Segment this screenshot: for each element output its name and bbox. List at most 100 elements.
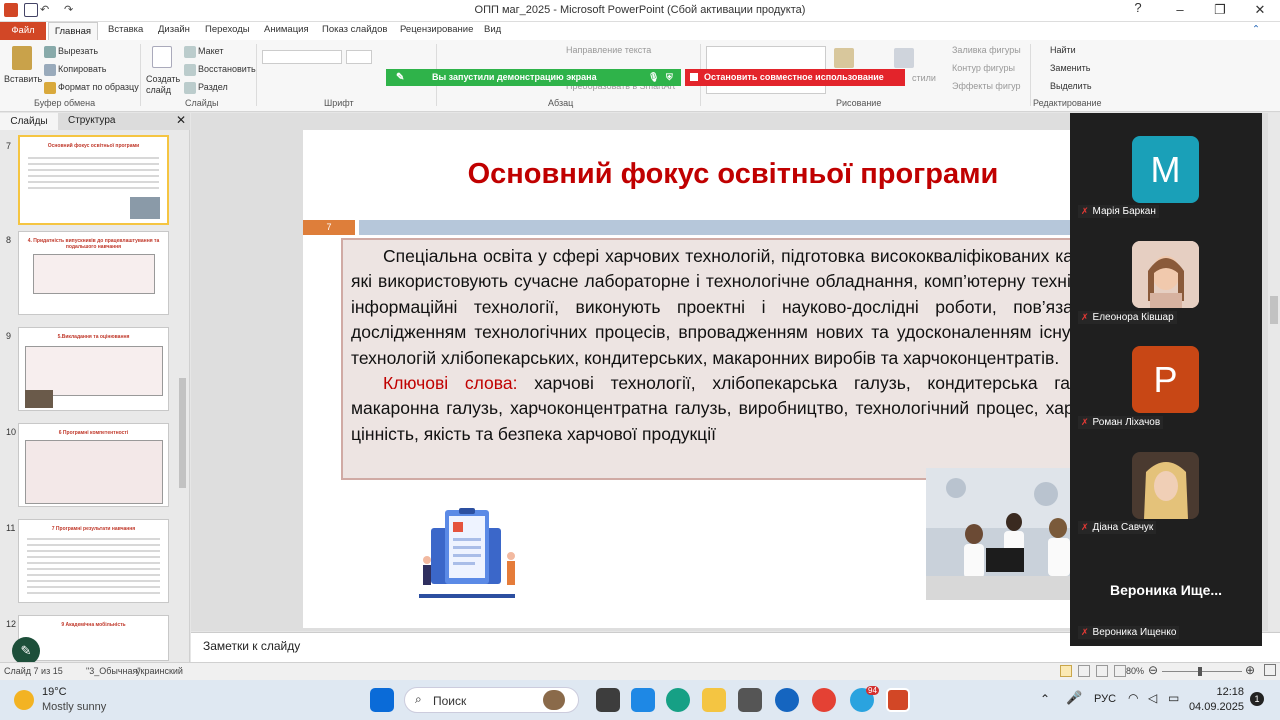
zoom-slider[interactable] [1162,671,1242,672]
tab-slideshow[interactable]: Показ слайдов [322,24,387,35]
thumbnail-photo [130,197,160,219]
participant-name-tag: ✗ Марія Баркан [1078,205,1159,218]
wifi-icon[interactable]: ◠ [1128,691,1138,705]
keyboard-language[interactable]: РУС [1094,693,1116,705]
participant-name-tag: ✗ Роман Ліхачов [1078,416,1164,429]
zoom-app-icon[interactable] [775,688,799,712]
copy-button[interactable]: Копировать [58,64,106,74]
zoom-slider-thumb[interactable] [1198,667,1202,676]
ribbon-collapse-icon[interactable]: ⌃ [1252,24,1260,35]
normal-view-icon[interactable] [1060,665,1072,677]
find-button[interactable]: Найти [1050,45,1076,55]
reset-icon [184,64,196,76]
replace-button[interactable]: Заменить [1050,63,1090,73]
reset-button[interactable]: Восстановить [198,64,256,74]
select-button[interactable]: Выделить [1050,81,1092,91]
slide-thumbnail-8[interactable]: 4. Придатність випускників до працевлашт… [18,231,169,315]
font-size-select[interactable] [346,50,372,64]
tab-review[interactable]: Рецензирование [400,24,473,35]
paste-icon[interactable] [12,46,32,70]
volume-icon[interactable]: ◁ [1148,691,1157,705]
chevron-up-icon[interactable]: ⌃ [1040,692,1050,706]
shape-fill-button[interactable]: Заливка фигуры [952,45,1021,55]
close-button[interactable]: ✕ [1250,2,1270,18]
slide-canvas[interactable]: Основний фокус освітньої програми 7 Спец… [303,130,1141,628]
shape-effects-button[interactable]: Эффекты фигур [952,81,1021,91]
title-bar: ↶ ↷ ОПП маг_2025 - Microsoft PowerPoint … [0,0,1280,22]
chrome-icon[interactable] [812,688,836,712]
slide-thumbnail-9[interactable]: 5.Викладання та оцінювання [18,327,169,411]
minimize-button[interactable]: – [1170,2,1190,17]
slide-title[interactable]: Основний фокус освітньої програми [303,158,1163,191]
slide-thumbnail-10[interactable]: 6 Програмні компетентності [18,423,169,507]
notification-badge[interactable]: 1 [1250,692,1264,706]
language-indicator[interactable]: украинский [136,666,183,676]
thumbnail-number: 10 [6,427,17,437]
ribbon-tabs: Файл Главная Вставка Дизайн Переходы Ани… [0,22,1280,40]
clock-date[interactable]: 04.09.2025 [1184,701,1244,713]
powerpoint-taskbar-icon[interactable] [886,688,910,712]
slide-thumbnail-11[interactable]: 7 Програмні результати навчання [18,519,169,603]
widgets-icon[interactable] [631,688,655,712]
stop-sharing-button[interactable]: Остановить совместное использование [685,69,905,86]
reading-view-icon[interactable] [1096,665,1108,677]
quick-styles-button[interactable]: стили [912,73,936,83]
font-group-label: Шрифт [324,98,354,108]
tab-insert[interactable]: Вставка [108,24,143,35]
zoom-level[interactable]: 80% [1126,666,1144,676]
fit-to-window-icon[interactable] [1264,664,1276,676]
mic-icon[interactable]: 🎙 [648,69,659,86]
font-name-select[interactable] [262,50,342,64]
quick-styles-icon[interactable] [894,48,914,68]
help-icon[interactable]: ? [1128,0,1148,15]
edge-icon[interactable] [666,688,690,712]
tab-animation[interactable]: Анимация [264,24,309,35]
weather-temperature[interactable]: 19°C [42,686,67,698]
store-icon[interactable] [738,688,762,712]
close-pane-icon[interactable]: ✕ [176,113,186,127]
editing-group-label: Редактирование [1033,98,1102,108]
paste-button[interactable]: Вставить [4,74,42,84]
zoom-in-icon[interactable]: ⊕ [1245,663,1255,677]
microphone-icon[interactable]: 🎤 [1066,690,1082,706]
tab-home[interactable]: Главная [48,22,98,40]
section-button[interactable]: Раздел [198,82,228,92]
slideshow-icon[interactable] [1114,665,1126,677]
slide-thumbnail-7[interactable]: Основний фокус освітньої програми [18,135,169,225]
cut-button[interactable]: Вырезать [58,46,98,56]
windows-start-icon[interactable] [370,688,394,712]
new-slide-button[interactable]: Создать слайд [146,74,180,96]
tab-file[interactable]: Файл [0,22,46,40]
search-icon: ⌕ [415,692,422,706]
clock-time[interactable]: 12:18 [1204,686,1244,698]
slide-sorter-icon[interactable] [1078,665,1090,677]
file-explorer-icon[interactable] [702,688,726,712]
participant-avatar: P [1132,346,1199,413]
slide-scrollbar[interactable] [1268,113,1280,631]
arrange-icon[interactable] [834,48,854,68]
format-painter-button[interactable]: Формат по образцу [58,82,139,92]
tab-slides[interactable]: Слайды [0,113,58,130]
layout-icon [184,46,196,58]
maximize-button[interactable]: ❐ [1210,2,1230,18]
pane-tabs: Слайды Структура ✕ [0,113,190,130]
new-slide-icon[interactable] [152,46,172,68]
task-view-icon[interactable] [596,688,620,712]
slides-pane-scrollbar[interactable] [178,133,187,658]
layout-button[interactable]: Макет [198,46,223,56]
zoom-out-icon[interactable]: ⊖ [1148,663,1158,677]
thumbnail-number: 11 [6,523,16,533]
slide-thumbnail-12[interactable]: 9 Академічна мобільність [18,615,169,661]
taskbar-search-box[interactable]: ⌕ Поиск [404,687,579,713]
slide-text-box[interactable]: Спеціальна освіта у сфері харчових техно… [341,238,1141,480]
tab-view[interactable]: Вид [484,24,501,35]
tab-design[interactable]: Дизайн [158,24,190,35]
shield-icon: ⛨ [666,72,673,82]
text-direction-button[interactable]: Направление текста [566,45,651,55]
tab-transitions[interactable]: Переходы [205,24,250,35]
battery-icon[interactable]: ▭ [1168,691,1179,705]
weather-description[interactable]: Mostly sunny [42,701,106,713]
tab-outline[interactable]: Структура [68,115,115,126]
pen-tool-icon[interactable]: ✎ [12,637,40,665]
shape-outline-button[interactable]: Контур фигуры [952,63,1015,73]
